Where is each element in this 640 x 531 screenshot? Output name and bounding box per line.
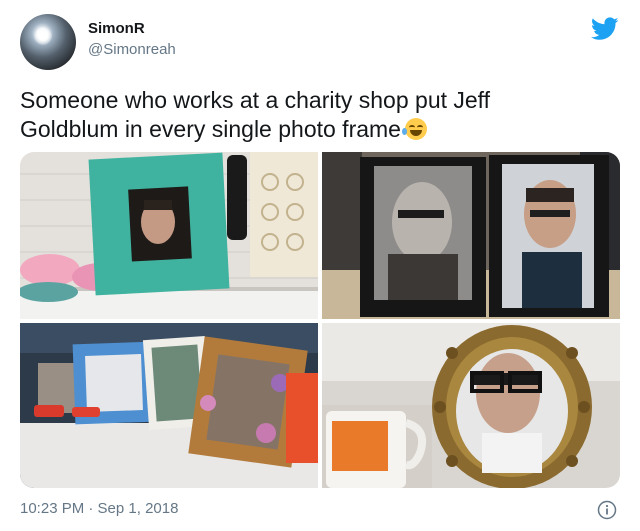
twitter-bird-icon[interactable] — [591, 17, 619, 41]
photo-1[interactable] — [20, 152, 318, 319]
tweet-text-line-2-text: Goldblum in every single photo frame — [20, 116, 401, 142]
tweet-text: Someone who works at a charity shop put … — [20, 86, 600, 144]
photo-4[interactable] — [322, 323, 620, 488]
photo-3[interactable] — [20, 323, 318, 488]
photo-2[interactable] — [322, 152, 620, 319]
tweet-card: SimonR @Simonreah Someone who works at a… — [0, 0, 640, 531]
tweet-text-line-2: Goldblum in every single photo frame — [20, 115, 600, 144]
avatar[interactable] — [20, 14, 76, 70]
tweet-text-line-1: Someone who works at a charity shop put … — [20, 87, 491, 113]
user-handle[interactable]: @Simonreah — [88, 41, 176, 58]
laughing-emoji-icon — [401, 118, 427, 140]
tweet-timestamp[interactable]: 10:23 PM · Sep 1, 2018 — [20, 500, 178, 517]
display-name[interactable]: SimonR — [88, 20, 145, 37]
info-icon[interactable] — [597, 500, 617, 520]
media-grid — [20, 152, 620, 488]
